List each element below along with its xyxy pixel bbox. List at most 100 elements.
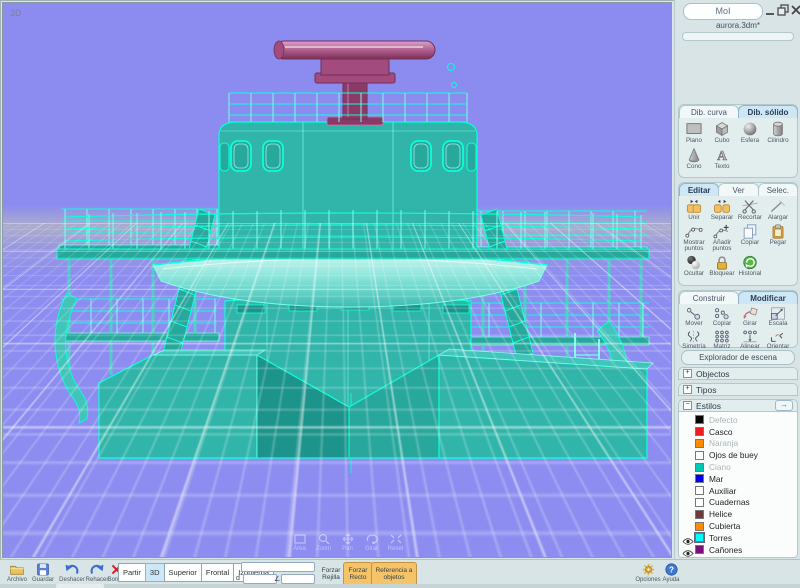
style-row-defecto[interactable]: Defecto	[679, 414, 797, 426]
section-objectos[interactable]: + Objectos	[678, 367, 798, 380]
style-row-cuadernas[interactable]: Cuadernas	[679, 497, 797, 509]
tool-mostrar-puntos[interactable]: Mostrar puntos	[680, 224, 708, 253]
view-superior-button[interactable]: Superior	[163, 563, 202, 582]
side-panel: MoI aurora.3dm* Dib. curva Dib. sólido P…	[674, 0, 800, 588]
style-color-swatch[interactable]	[695, 497, 704, 507]
minimize-icon[interactable]	[763, 3, 777, 17]
tool-recortar[interactable]: Recortar	[736, 199, 764, 222]
nav-reset-button[interactable]: Reset	[387, 533, 404, 552]
distance-input[interactable]	[243, 574, 277, 584]
align-icon	[743, 330, 757, 342]
tool-mover[interactable]: Mover	[680, 307, 708, 328]
nav-pan-button[interactable]: Pan	[339, 533, 356, 552]
style-color-swatch[interactable]	[695, 521, 704, 531]
tool-historial[interactable]: Historial	[736, 255, 764, 278]
tab-ver[interactable]: Ver	[718, 183, 759, 196]
nav-zoom-button[interactable]: Zoom	[315, 533, 332, 552]
mid-deck-band	[56, 248, 650, 260]
style-color-swatch[interactable]	[695, 427, 704, 437]
style-row-casco[interactable]: Casco	[679, 426, 797, 438]
tool-orientar[interactable]: Orientar	[764, 330, 792, 351]
style-row-helice[interactable]: Helice	[679, 508, 797, 520]
style-row-ciano[interactable]: Ciano	[679, 461, 797, 473]
view-partir-button[interactable]: Partir	[118, 563, 146, 582]
style-row-cubierta[interactable]: Cubierta	[679, 520, 797, 532]
tool-separar[interactable]: Separar	[708, 199, 736, 222]
styles-arrow-button[interactable]: →	[775, 400, 793, 411]
tab-modificar[interactable]: Modificar	[738, 291, 798, 304]
tab-selec[interactable]: Selec.	[757, 183, 798, 196]
edit-panel: Editar Ver Selec. Unir Separar Recortar	[678, 182, 798, 286]
help-icon: ?	[664, 563, 678, 576]
app-menu-button[interactable]: MoI	[683, 3, 763, 20]
tab-editar[interactable]: Editar	[679, 183, 720, 196]
tool-cubo[interactable]: Cubo	[708, 121, 736, 145]
style-color-swatch[interactable]	[695, 486, 704, 496]
deshacer-button[interactable]: Deshacer	[58, 563, 86, 583]
opciones-button[interactable]: Opciones	[633, 563, 663, 583]
tool-copiar[interactable]: Copiar	[736, 224, 764, 253]
view-frontal-button[interactable]: Frontal	[200, 563, 235, 582]
style-color-swatch[interactable]	[695, 450, 704, 460]
tab-construir[interactable]: Construir	[679, 291, 739, 304]
tool-pegar[interactable]: Pegar	[764, 224, 792, 253]
nav-area-button[interactable]: Área	[291, 533, 308, 552]
tool-esfera[interactable]: Esfera	[736, 121, 764, 145]
tool-plano[interactable]: Plano	[680, 121, 708, 145]
tool-simetria[interactable]: Simetría	[680, 330, 708, 351]
ship-model[interactable]	[3, 3, 672, 558]
restore-icon[interactable]	[776, 3, 790, 17]
snap-straight-toggle[interactable]: Forzar Recto	[343, 562, 373, 586]
style-color-swatch[interactable]	[695, 415, 704, 425]
ayuda-button[interactable]: ? Ayuda	[660, 563, 682, 583]
tool-unir[interactable]: Unir	[680, 199, 708, 222]
tool-bloquear[interactable]: Bloquear	[708, 255, 736, 278]
tool-alinear[interactable]: Alinear	[736, 330, 764, 351]
scene-browser-button[interactable]: Explorador de escena	[681, 350, 795, 365]
tool-copiar-transform[interactable]: Copiar	[708, 307, 736, 328]
tool-escala[interactable]: Escala	[764, 307, 792, 328]
viewport-3d[interactable]: 3D Área Zoom Pan Girar Reset	[2, 2, 672, 558]
tool-girar[interactable]: Girar	[736, 307, 764, 328]
style-color-swatch[interactable]	[695, 474, 704, 484]
visibility-eye-icon[interactable]	[682, 533, 695, 546]
close-icon[interactable]	[789, 3, 800, 17]
style-color-swatch[interactable]	[695, 462, 704, 472]
collapse-minus-icon[interactable]: −	[683, 401, 692, 410]
tab-dib-curva[interactable]: Dib. curva	[679, 105, 739, 118]
style-row-mar[interactable]: Mar	[679, 473, 797, 485]
style-color-swatch[interactable]	[695, 545, 704, 555]
visibility-eye-icon[interactable]	[682, 545, 695, 557]
tool-matriz[interactable]: Matriz	[708, 330, 736, 351]
tool-empty	[764, 255, 792, 278]
section-estilos[interactable]: − Estilos →	[678, 399, 798, 412]
tool-texto[interactable]: A Texto	[708, 147, 736, 171]
coordinate-input[interactable]	[241, 562, 315, 572]
style-color-swatch[interactable]	[694, 532, 705, 544]
view-3d-button[interactable]: 3D	[144, 563, 165, 582]
tool-cilindro[interactable]: Cilindro	[764, 121, 792, 145]
object-snap-toggle[interactable]: Referencia a objetos	[371, 562, 417, 586]
archivo-button[interactable]: Archivo	[4, 563, 30, 583]
sphere-icon	[743, 122, 757, 136]
svg-text:A: A	[717, 147, 727, 162]
style-color-swatch[interactable]	[695, 509, 704, 519]
angle-input[interactable]	[281, 574, 315, 584]
expand-plus-icon[interactable]: +	[683, 369, 692, 378]
tool-cono[interactable]: Cono	[680, 147, 708, 171]
tool-ocultar[interactable]: Ocultar	[680, 255, 708, 278]
style-row-canones[interactable]: Cañones	[679, 544, 797, 557]
style-color-swatch[interactable]	[695, 438, 704, 448]
nav-rotate-button[interactable]: Girar	[363, 533, 380, 552]
tab-dib-solido[interactable]: Dib. sólido	[738, 105, 798, 118]
guardar-button[interactable]: Guardar	[30, 563, 56, 583]
style-row-auxiliar[interactable]: Auxiliar	[679, 485, 797, 497]
style-row-torres[interactable]: Torres	[679, 532, 797, 546]
style-row-ojos-de-buey[interactable]: Ojos de buey	[679, 449, 797, 461]
expand-plus-icon[interactable]: +	[683, 385, 692, 394]
style-row-naranja[interactable]: Naranja	[679, 438, 797, 450]
tool-alargar[interactable]: Alargar	[764, 199, 792, 222]
section-tipos[interactable]: + Tipos	[678, 383, 798, 396]
angle-label: ∠	[274, 576, 281, 583]
tool-anadir-puntos[interactable]: Añadir puntos	[708, 224, 736, 253]
